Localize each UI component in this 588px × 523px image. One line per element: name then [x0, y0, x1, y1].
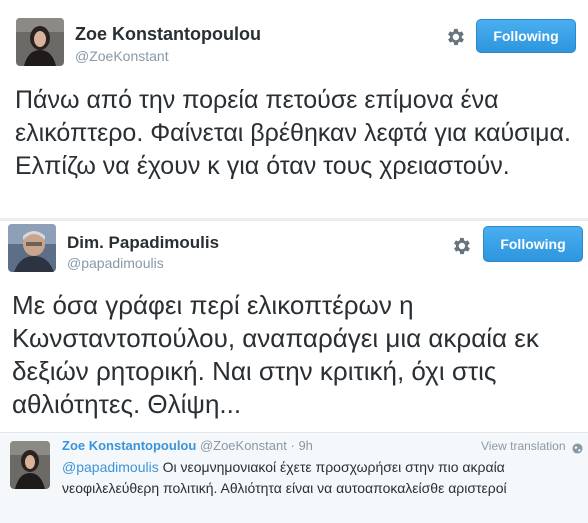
avatar[interactable] [8, 224, 56, 272]
view-translation-link[interactable]: View translation [481, 439, 566, 453]
globe-icon[interactable] [572, 441, 583, 454]
tweet-card-papadimoulis: Dim. Papadimoulis @papadimoulis Followin… [0, 218, 588, 432]
user-name[interactable]: Zoe Konstantopoulou [62, 438, 196, 453]
tweet-text: @papadimoulis Οι νεομνημονιακοί έχετε πρ… [62, 457, 582, 499]
mention-link[interactable]: @papadimoulis [62, 459, 159, 475]
user-handle[interactable]: @ZoeKonstant [200, 438, 287, 453]
gear-icon[interactable] [444, 26, 466, 48]
reply-tweet-card: Zoe Konstantopoulou @ZoeKonstant · 9h Vi… [0, 432, 588, 523]
tweet-card-zoe: Zoe Konstantopoulou @ZoeKonstant Followi… [0, 0, 588, 218]
tweet-text: Με όσα γράφει περί ελικοπτέρων η Κωνσταν… [12, 290, 539, 419]
timestamp[interactable]: 9h [298, 438, 312, 453]
user-name[interactable]: Dim. Papadimoulis [67, 233, 219, 253]
user-handle[interactable]: @ZoeKonstant [75, 48, 169, 64]
reply-header: Zoe Konstantopoulou @ZoeKonstant · 9h [62, 438, 313, 453]
separator: · [290, 438, 295, 453]
following-button[interactable]: Following [476, 19, 576, 53]
tweet-text: Πάνω από την πορεία πετούσε επίμονα ένα … [15, 86, 571, 180]
following-button[interactable]: Following [483, 226, 583, 262]
avatar[interactable] [16, 18, 64, 66]
user-name[interactable]: Zoe Konstantopoulou [75, 24, 261, 45]
user-handle[interactable]: @papadimoulis [67, 255, 164, 271]
gear-icon[interactable] [450, 235, 472, 257]
avatar[interactable] [10, 441, 50, 489]
